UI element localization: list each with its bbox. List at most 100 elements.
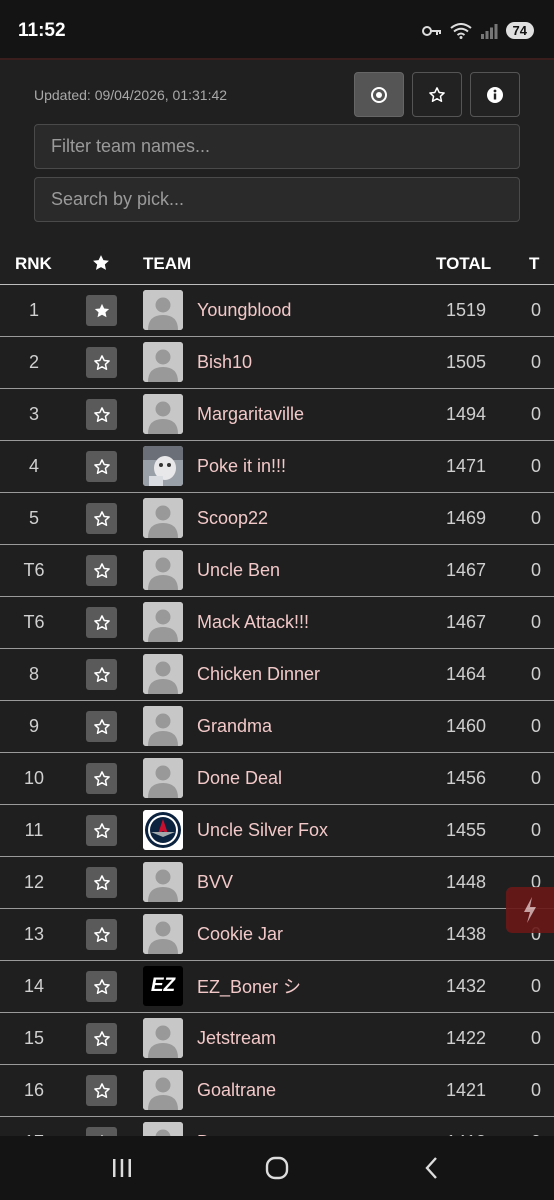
team-name-link[interactable]: Poke it in!!! xyxy=(197,441,286,491)
table-row[interactable]: 5 Scoop22 1469 0 xyxy=(0,493,554,545)
star-outline-icon xyxy=(93,354,110,370)
team-name-link[interactable]: Uncle Silver Fox xyxy=(197,805,328,855)
favorite-toggle[interactable] xyxy=(86,555,117,586)
t-cell: 0 xyxy=(530,663,541,684)
table-row[interactable]: 11 Uncle Silver Fox 1455 0 xyxy=(0,805,554,857)
favorite-toggle[interactable] xyxy=(86,607,117,638)
star-outline-icon xyxy=(93,926,110,942)
favorite-toggle[interactable] xyxy=(86,867,117,898)
favorite-toggle[interactable] xyxy=(86,971,117,1002)
favorite-toggle[interactable] xyxy=(86,295,117,326)
default-avatar-icon xyxy=(143,342,183,382)
favorite-toggle[interactable] xyxy=(86,711,117,742)
signal-icon xyxy=(480,23,498,39)
team-name-link[interactable]: Done Deal xyxy=(197,753,282,803)
table-row[interactable]: T6 Uncle Ben 1467 0 xyxy=(0,545,554,597)
updated-timestamp: Updated: 09/04/2026, 01:31:42 xyxy=(34,87,228,103)
table-row[interactable]: 9 Grandma 1460 0 xyxy=(0,701,554,753)
favorite-toggle[interactable] xyxy=(86,659,117,690)
table-row[interactable]: T6 Mack Attack!!! 1467 0 xyxy=(0,597,554,649)
rank-cell: 5 xyxy=(28,507,39,528)
favorite-toggle[interactable] xyxy=(86,919,117,950)
table-row[interactable]: 10 Done Deal 1456 0 xyxy=(0,753,554,805)
recents-icon xyxy=(113,1159,131,1177)
total-cell: 1467 xyxy=(445,559,486,580)
t-cell: 0 xyxy=(530,819,541,840)
team-name-link[interactable]: Cookie Jar xyxy=(197,909,283,959)
record-icon xyxy=(371,86,387,103)
rank-cell: 9 xyxy=(28,715,39,736)
team-name-link[interactable]: Jetstream xyxy=(197,1013,276,1063)
col-t[interactable]: T xyxy=(529,254,539,274)
search-pick-input[interactable] xyxy=(34,177,520,222)
t-cell: 0 xyxy=(530,455,541,476)
back-button[interactable] xyxy=(402,1150,462,1186)
navigation-bar xyxy=(0,1136,554,1200)
col-favorite[interactable] xyxy=(91,253,111,278)
table-row[interactable]: 4 Poke it in!!! 1471 0 xyxy=(0,441,554,493)
table-row[interactable]: 16 Goaltrane 1421 0 xyxy=(0,1065,554,1117)
table-row[interactable]: 14 EZ EZ_Boner シ 1432 0 xyxy=(0,961,554,1013)
t-cell: 0 xyxy=(530,1079,541,1100)
rank-cell: 4 xyxy=(28,455,39,476)
table-row[interactable]: 13 Cookie Jar 1438 0 xyxy=(0,909,554,961)
col-total[interactable]: TOTAL xyxy=(436,254,491,274)
t-cell: 0 xyxy=(530,715,541,736)
team-name-link[interactable]: Youngblood xyxy=(197,285,291,335)
col-team[interactable]: TEAM xyxy=(143,254,191,274)
rank-cell: 16 xyxy=(23,1079,45,1100)
rank-cell: 13 xyxy=(23,923,45,944)
rank-cell: 11 xyxy=(24,819,44,840)
live-toggle-button[interactable] xyxy=(354,72,404,117)
table-row[interactable]: 2 Bish10 1505 0 xyxy=(0,337,554,389)
home-button[interactable] xyxy=(247,1150,307,1186)
total-cell: 1455 xyxy=(445,819,486,840)
filter-team-input[interactable] xyxy=(34,124,520,169)
rank-cell: 10 xyxy=(23,767,45,788)
favorite-toggle[interactable] xyxy=(86,763,117,794)
total-cell: 1460 xyxy=(445,715,486,736)
team-name-link[interactable]: Uncle Ben xyxy=(197,545,280,595)
flash-button[interactable] xyxy=(506,887,554,933)
team-name-link[interactable]: Margaritaville xyxy=(197,389,304,439)
recents-button[interactable] xyxy=(92,1150,152,1186)
total-cell: 1456 xyxy=(445,767,486,788)
team-name-link[interactable]: BVV xyxy=(197,857,233,907)
team-name-link[interactable]: Chicken Dinner xyxy=(197,649,320,699)
favorite-toggle[interactable] xyxy=(86,815,117,846)
total-cell: 1432 xyxy=(445,975,486,996)
favorites-button[interactable] xyxy=(412,72,462,117)
favorite-toggle[interactable] xyxy=(86,347,117,378)
star-outline-icon xyxy=(93,874,110,890)
star-outline-icon xyxy=(93,1030,110,1046)
total-cell: 1464 xyxy=(445,663,486,684)
table-row[interactable]: 1 Youngblood 1519 0 xyxy=(0,285,554,337)
team-name-link[interactable]: EZ_Boner シ xyxy=(197,961,301,1011)
table-row[interactable]: 12 BVV 1448 0 xyxy=(0,857,554,909)
table-row[interactable]: 15 Jetstream 1422 0 xyxy=(0,1013,554,1065)
team-name-link[interactable]: Bish10 xyxy=(197,337,252,387)
favorite-toggle[interactable] xyxy=(86,1023,117,1054)
table-row[interactable]: 8 Chicken Dinner 1464 0 xyxy=(0,649,554,701)
team-name-link[interactable]: Scoop22 xyxy=(197,493,268,543)
favorite-toggle[interactable] xyxy=(86,503,117,534)
star-icon xyxy=(93,255,109,270)
info-button[interactable] xyxy=(470,72,520,117)
back-icon xyxy=(425,1157,437,1179)
team-name-link[interactable]: Goaltrane xyxy=(197,1065,276,1115)
default-avatar-icon xyxy=(143,1070,183,1110)
team-name-link[interactable]: Grandma xyxy=(197,701,272,751)
default-avatar-icon xyxy=(143,550,183,590)
favorite-toggle[interactable] xyxy=(86,451,117,482)
total-cell: 1505 xyxy=(445,351,486,372)
total-cell: 1494 xyxy=(445,403,486,424)
lightning-icon xyxy=(524,897,536,923)
t-cell: 0 xyxy=(530,299,541,320)
col-rank[interactable]: RNK xyxy=(15,254,52,274)
table-row[interactable]: 3 Margaritaville 1494 0 xyxy=(0,389,554,441)
default-avatar-icon xyxy=(143,290,183,330)
favorite-toggle[interactable] xyxy=(86,399,117,430)
team-name-link[interactable]: Mack Attack!!! xyxy=(197,597,309,647)
rank-cell: T6 xyxy=(23,611,45,632)
favorite-toggle[interactable] xyxy=(86,1075,117,1106)
